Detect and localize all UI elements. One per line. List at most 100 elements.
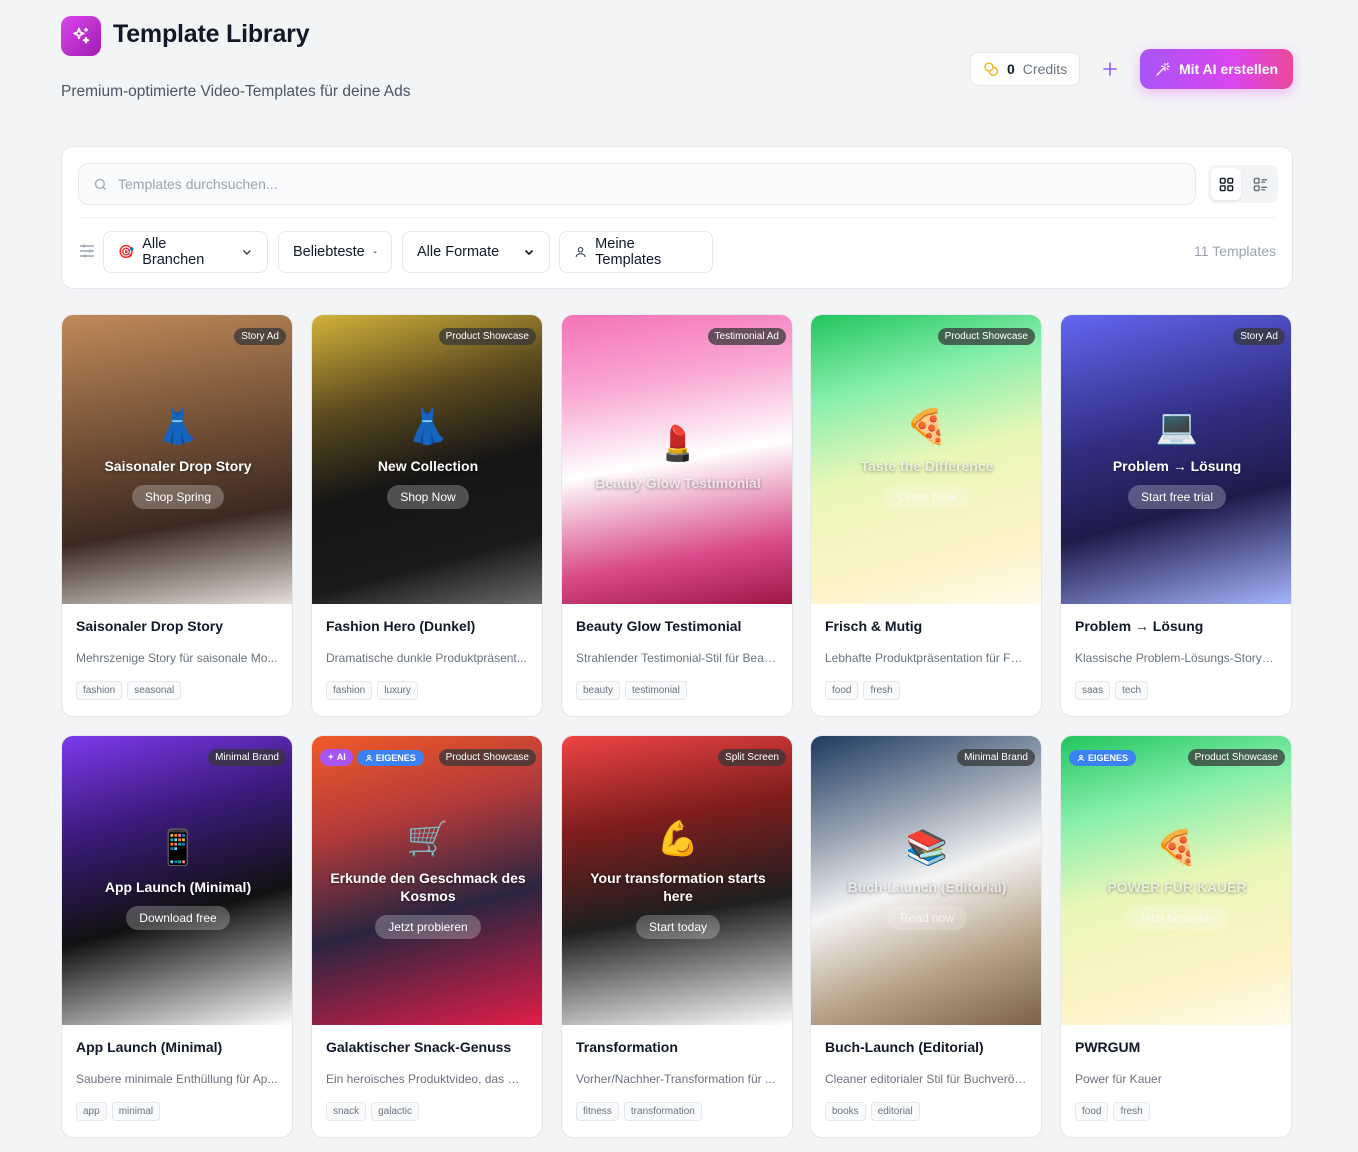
template-description: Klassische Problem-Lösungs-Story f... bbox=[1075, 651, 1277, 665]
filter-panel: 🎯 Alle Branchen Beliebteste Alle Formate… bbox=[61, 146, 1293, 289]
industry-dropdown[interactable]: 🎯 Alle Branchen bbox=[103, 231, 268, 273]
template-description: Ein heroisches Produktvideo, das Co... bbox=[326, 1072, 528, 1086]
tag-list: app minimal bbox=[76, 1102, 278, 1121]
coins-icon bbox=[984, 62, 998, 76]
search-input[interactable] bbox=[118, 176, 1118, 192]
grid-view-button[interactable] bbox=[1211, 168, 1241, 200]
format-dropdown[interactable]: Alle Formate bbox=[402, 231, 550, 273]
panel-divider bbox=[78, 217, 1276, 218]
template-card[interactable]: EIGENES Product Showcase 🍕 POWER FÜR KAUE… bbox=[1060, 735, 1292, 1138]
sort-dropdown-label: Beliebteste bbox=[293, 244, 365, 260]
template-icon: 🛒 bbox=[406, 820, 450, 858]
template-card[interactable]: Story Ad 👗 Saisonaler Drop Story Shop Sp… bbox=[61, 314, 293, 717]
template-thumbnail: Minimal Brand 📱 App Launch (Minimal) Dow… bbox=[62, 736, 292, 1025]
thumbnail-title: Buch-Launch (Editorial) bbox=[847, 878, 1007, 895]
search-bar[interactable] bbox=[78, 163, 1196, 205]
list-icon bbox=[1253, 177, 1267, 191]
template-title: Buch-Launch (Editorial) bbox=[825, 1039, 984, 1055]
create-with-ai-label: Mit AI erstellen bbox=[1178, 61, 1279, 77]
target-icon: 🎯 bbox=[118, 244, 135, 259]
user-icon bbox=[575, 247, 586, 258]
template-icon: 🍕 bbox=[905, 407, 949, 446]
template-icon: 💪 bbox=[656, 820, 700, 858]
page-title: Template Library bbox=[113, 20, 310, 48]
template-card[interactable]: Testimonial Ad 💄 Beauty Glow Testimonial… bbox=[561, 314, 793, 717]
template-card[interactable]: Product Showcase 🍕 Taste the Difference … bbox=[810, 314, 1042, 717]
template-description: Dramatische dunkle Produktpräsent... bbox=[326, 651, 527, 665]
chevron-down-icon bbox=[243, 250, 252, 255]
tag-list: beauty testimonial bbox=[576, 681, 778, 700]
sort-dropdown[interactable]: Beliebteste bbox=[278, 231, 392, 273]
thumbnail-title: Beauty Glow Testimonial bbox=[595, 474, 761, 491]
template-card[interactable]: Minimal Brand 📱 App Launch (Minimal) Dow… bbox=[61, 735, 293, 1138]
tag-list: food fresh bbox=[1075, 1102, 1277, 1121]
tag: seasonal bbox=[127, 681, 182, 700]
template-thumbnail: Story Ad 💻 Problem → Lösung Start free t… bbox=[1061, 315, 1291, 604]
tag: galactic bbox=[371, 1102, 420, 1121]
app-logo bbox=[61, 16, 101, 56]
template-thumbnail: Minimal Brand 📚 Buch-Launch (Editorial) … bbox=[811, 736, 1041, 1025]
template-thumbnail: Product Showcase 🍕 Taste the Difference … bbox=[811, 315, 1041, 604]
tag: beauty bbox=[576, 681, 621, 700]
tag-list: books editorial bbox=[825, 1102, 1027, 1121]
thumbnail-cta: Start today bbox=[635, 915, 721, 939]
format-dropdown-label: Alle Formate bbox=[417, 244, 500, 260]
tag: saas bbox=[1075, 681, 1111, 700]
thumbnail-title: Your transformation starts here bbox=[590, 870, 766, 904]
template-icon: 🍕 bbox=[1155, 828, 1199, 867]
tag-list: food fresh bbox=[825, 681, 1027, 700]
template-card[interactable]: ✦ AI EIGENES Product Showcase 🛒 Erkunde de… bbox=[311, 735, 543, 1138]
sliders-icon[interactable] bbox=[79, 243, 95, 259]
list-view-button[interactable] bbox=[1245, 168, 1275, 200]
tag: tech bbox=[1115, 681, 1149, 700]
thumbnail-title: App Launch (Minimal) bbox=[104, 878, 252, 895]
thumbnail-cta: Shop Spring bbox=[131, 485, 225, 510]
template-icon: 💻 bbox=[1155, 407, 1199, 446]
my-templates-label: Meine Templates bbox=[595, 236, 662, 268]
thumbnail-title: Taste the Difference bbox=[860, 457, 994, 474]
template-card[interactable]: Product Showcase 👗 New Collection Shop N… bbox=[311, 314, 543, 717]
thumbnail-cta: Jetzt bestellen bbox=[1125, 906, 1229, 931]
template-description: Lebhafte Produktpräsentation für Fo... bbox=[825, 651, 1027, 665]
thumbnail-cta: Start free trial bbox=[1127, 485, 1227, 510]
template-count: 11 Templates bbox=[1194, 243, 1276, 259]
template-title: Frisch & Mutig bbox=[825, 618, 923, 634]
template-icon: 👗 bbox=[156, 407, 200, 446]
tag: transformation bbox=[623, 1102, 702, 1121]
thumbnail-cta: Shop Now bbox=[387, 485, 469, 510]
template-icon: 📚 bbox=[905, 828, 949, 867]
template-thumbnail: ✦ AI EIGENES Product Showcase 🛒 Erkunde de… bbox=[312, 736, 542, 1025]
credits-display[interactable]: 0 Credits bbox=[970, 52, 1080, 86]
template-thumbnail: Story Ad 👗 Saisonaler Drop Story Shop Sp… bbox=[62, 315, 292, 604]
template-thumbnail: Product Showcase 👗 New Collection Shop N… bbox=[312, 315, 542, 604]
template-description: Strahlender Testimonial-Stil für Beau... bbox=[576, 651, 778, 665]
industry-dropdown-label: Alle Branchen bbox=[142, 236, 205, 268]
template-title: PWRGUM bbox=[1075, 1039, 1141, 1055]
my-templates-button[interactable]: Meine Templates bbox=[559, 231, 713, 273]
create-with-ai-button[interactable]: Mit AI erstellen bbox=[1140, 49, 1293, 89]
template-icon: 💄 bbox=[656, 424, 700, 463]
tag: fresh bbox=[1113, 1102, 1150, 1121]
thumbnail-title: Erkunde den Geschmack des Kosmos bbox=[330, 870, 526, 904]
chevron-down-icon bbox=[524, 249, 534, 256]
thumbnail-title: Saisonaler Drop Story bbox=[104, 457, 252, 474]
thumbnail-cta: Order Now bbox=[884, 485, 969, 510]
tag-list: saas tech bbox=[1075, 681, 1277, 700]
template-card[interactable]: Story Ad 💻 Problem → Lösung Start free t… bbox=[1060, 314, 1292, 717]
thumbnail-title: Problem → Lösung bbox=[1112, 457, 1242, 474]
thumbnail-cta: Read now bbox=[886, 906, 968, 931]
add-credits-button[interactable] bbox=[1098, 57, 1122, 81]
template-title: Galaktischer Snack-Genuss bbox=[326, 1039, 512, 1055]
template-thumbnail: Split Screen 💪 Your transformation start… bbox=[562, 736, 792, 1025]
thumbnail-title: New Collection bbox=[377, 457, 479, 474]
tag: testimonial bbox=[625, 681, 687, 700]
template-description: Cleaner editorialer Stil für Buchveröf..… bbox=[825, 1072, 1027, 1086]
grid-icon bbox=[1219, 177, 1233, 191]
magic-wand-icon bbox=[1156, 62, 1170, 76]
template-card[interactable]: Minimal Brand 📚 Buch-Launch (Editorial) … bbox=[810, 735, 1042, 1138]
template-card[interactable]: Split Screen 💪 Your transformation start… bbox=[561, 735, 793, 1138]
tag-list: fashion luxury bbox=[326, 681, 528, 700]
template-icon: 👗 bbox=[406, 407, 450, 446]
tag: app bbox=[76, 1102, 107, 1121]
template-title: Fashion Hero (Dunkel) bbox=[326, 618, 476, 634]
